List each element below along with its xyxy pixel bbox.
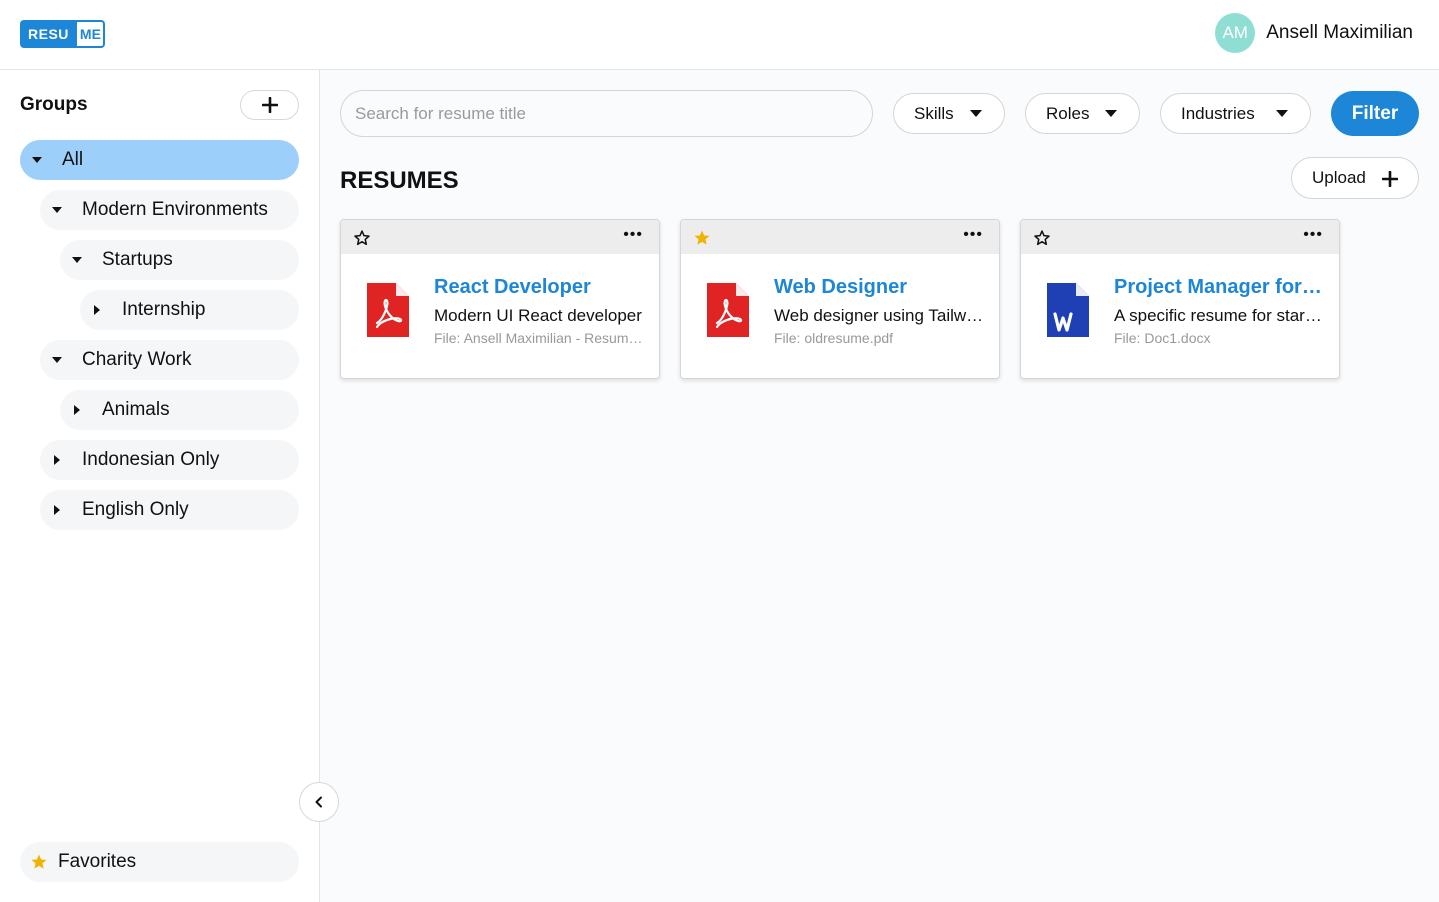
industries-dropdown-label: Industries [1181,103,1255,123]
group-item-charity-work[interactable]: Charity Work [40,340,299,380]
groups-sidebar: Groups All Modern Environments Startups … [0,70,320,902]
group-item-label: Startups [102,249,173,270]
resume-card[interactable]: ••• React Developer Modern UI React deve… [340,219,660,379]
group-item-label: Modern Environments [82,199,268,220]
more-options-icon[interactable]: ••• [623,227,643,243]
resume-description: Modern UI React developer [434,306,642,325]
group-item-label: Indonesian Only [82,449,220,470]
industries-dropdown[interactable]: Industries [1160,93,1311,134]
star-outline-icon[interactable] [1033,229,1051,247]
card-header: ••• [681,220,999,254]
plus-icon [1382,171,1398,187]
caret-down-icon [1105,110,1117,117]
group-item-label: All [62,149,84,170]
resume-file-name: File: Ansell Maximilian - Resume.pdf [434,330,644,346]
upload-label: Upload [1312,168,1366,187]
group-item-label: Charity Work [82,349,192,370]
caret-right-icon[interactable] [67,405,87,415]
groups-title: Groups [20,94,88,115]
caret-down-icon[interactable] [67,257,87,263]
group-item-label: Internship [122,299,206,320]
app-logo[interactable]: RESU ME [20,20,105,48]
caret-down-icon[interactable] [27,157,47,163]
group-item-label: English Only [82,499,189,520]
group-item-indonesian-only[interactable]: Indonesian Only [40,440,299,480]
star-filled-icon[interactable] [693,229,711,247]
resume-description: A specific resume for startups [1114,306,1324,325]
filter-button[interactable]: Filter [1331,91,1419,136]
app-header: RESU ME AM Ansell Maximilian [0,0,1439,70]
logo-right-text: ME [76,20,105,48]
star-icon [31,854,47,869]
more-options-icon[interactable]: ••• [963,227,983,243]
caret-down-icon[interactable] [47,357,67,363]
plus-icon [261,97,278,113]
resume-title[interactable]: React Developer [434,276,644,299]
user-name: Ansell Maximilian [1266,22,1413,43]
avatar: AM [1215,13,1256,53]
skills-dropdown-label: Skills [914,103,954,123]
word-file-icon [1047,283,1089,337]
resume-card[interactable]: ••• Project Manager for Startups A speci… [1020,219,1340,379]
favorites-item[interactable]: Favorites [20,842,299,882]
card-header: ••• [1021,220,1339,254]
group-item-english-only[interactable]: English Only [40,490,299,530]
roles-dropdown-label: Roles [1046,103,1090,123]
caret-down-icon [970,110,982,117]
caret-right-icon[interactable] [47,505,67,515]
card-header: ••• [341,220,659,254]
more-options-icon[interactable]: ••• [1303,227,1323,243]
group-item-internship[interactable]: Internship [80,290,299,330]
pdf-file-icon [707,283,749,337]
collapse-sidebar-button[interactable] [299,782,339,822]
caret-down-icon [1276,110,1288,117]
favorites-label: Favorites [58,851,137,872]
caret-right-icon[interactable] [47,455,67,465]
skills-dropdown[interactable]: Skills [893,93,1005,134]
user-menu[interactable]: AM Ansell Maximilian [1215,13,1413,53]
search-input[interactable] [340,90,873,137]
resume-card[interactable]: ••• Web Designer Web designer using Tail… [680,219,1000,379]
roles-dropdown[interactable]: Roles [1025,93,1140,134]
logo-left-text: RESU [20,20,77,48]
chevron-left-icon [315,796,322,808]
group-item-label: Animals [102,399,170,420]
section-title: RESUMES [340,167,459,194]
group-item-animals[interactable]: Animals [60,390,299,430]
resume-title[interactable]: Project Manager for Startups [1114,276,1324,299]
caret-right-icon[interactable] [87,305,107,315]
pdf-file-icon [367,283,409,337]
resume-file-name: File: oldresume.pdf [774,330,894,346]
resume-description: Web designer using Tailwind [774,306,984,325]
add-group-button[interactable] [240,90,299,120]
group-item-all[interactable]: All [20,140,299,180]
group-item-startups[interactable]: Startups [60,240,299,280]
star-outline-icon[interactable] [353,229,371,247]
caret-down-icon[interactable] [47,207,67,213]
upload-button[interactable]: Upload [1291,157,1419,199]
resume-file-name: File: Doc1.docx [1114,330,1211,346]
group-item-modern-environments[interactable]: Modern Environments [40,190,299,230]
resume-title[interactable]: Web Designer [774,276,984,299]
